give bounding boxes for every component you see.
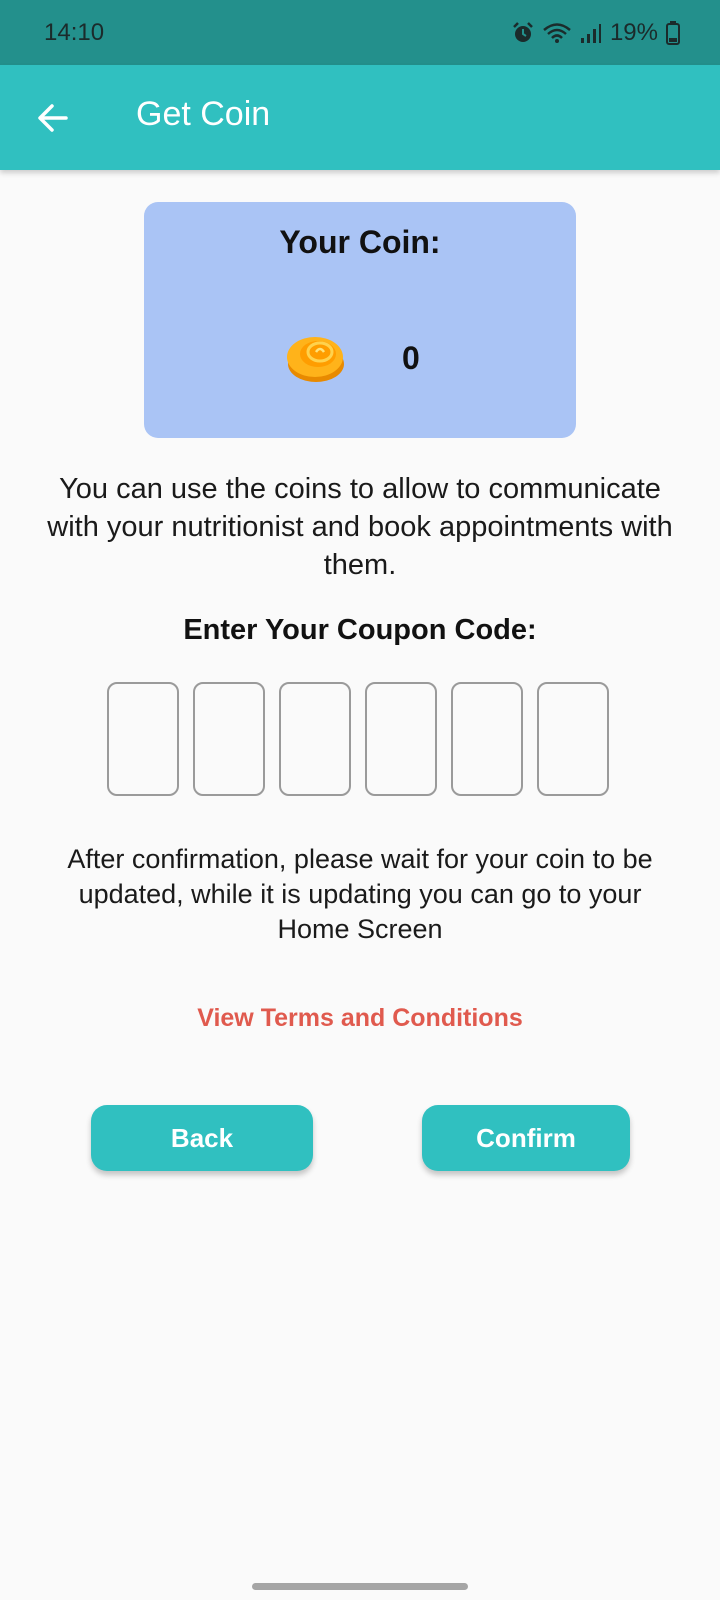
coin-usage-description: You can use the coins to allow to commun… [47,473,673,581]
confirm-button[interactable]: Confirm [422,1105,630,1171]
coupon-digit-6[interactable] [537,682,609,796]
coupon-code-label: Enter Your Coupon Code: [183,614,537,646]
coin-balance-value: 0 [402,340,420,376]
coin-icon [287,337,344,382]
coin-balance-card: Your Coin: 0 [144,202,576,438]
confirmation-note: After confirmation, please wait for your… [67,844,653,944]
coupon-digit-4[interactable] [365,682,437,796]
wifi-icon [543,22,571,43]
coupon-digit-1[interactable] [107,682,179,796]
gesture-navigation-handle[interactable] [252,1583,468,1590]
coupon-code-input [107,682,609,796]
app-bar: Get Coin [0,65,720,170]
battery-icon [666,20,680,45]
coin-card-title: Your Coin: [279,224,441,260]
status-time: 14:10 [44,18,105,46]
status-bar: 14:10 19% [0,0,720,65]
coupon-digit-2[interactable] [193,682,265,796]
terms-and-conditions-link[interactable]: View Terms and Conditions [0,1004,720,1033]
coupon-digit-3[interactable] [279,682,351,796]
back-button[interactable]: Back [91,1105,313,1171]
arrow-left-icon[interactable] [36,101,70,135]
alarm-icon [513,21,533,42]
status-icons: 19% [512,19,680,47]
battery-percent: 19% [609,18,658,46]
page-title: Get Coin [136,95,271,133]
coupon-digit-5[interactable] [451,682,523,796]
signal-icon [580,23,601,43]
